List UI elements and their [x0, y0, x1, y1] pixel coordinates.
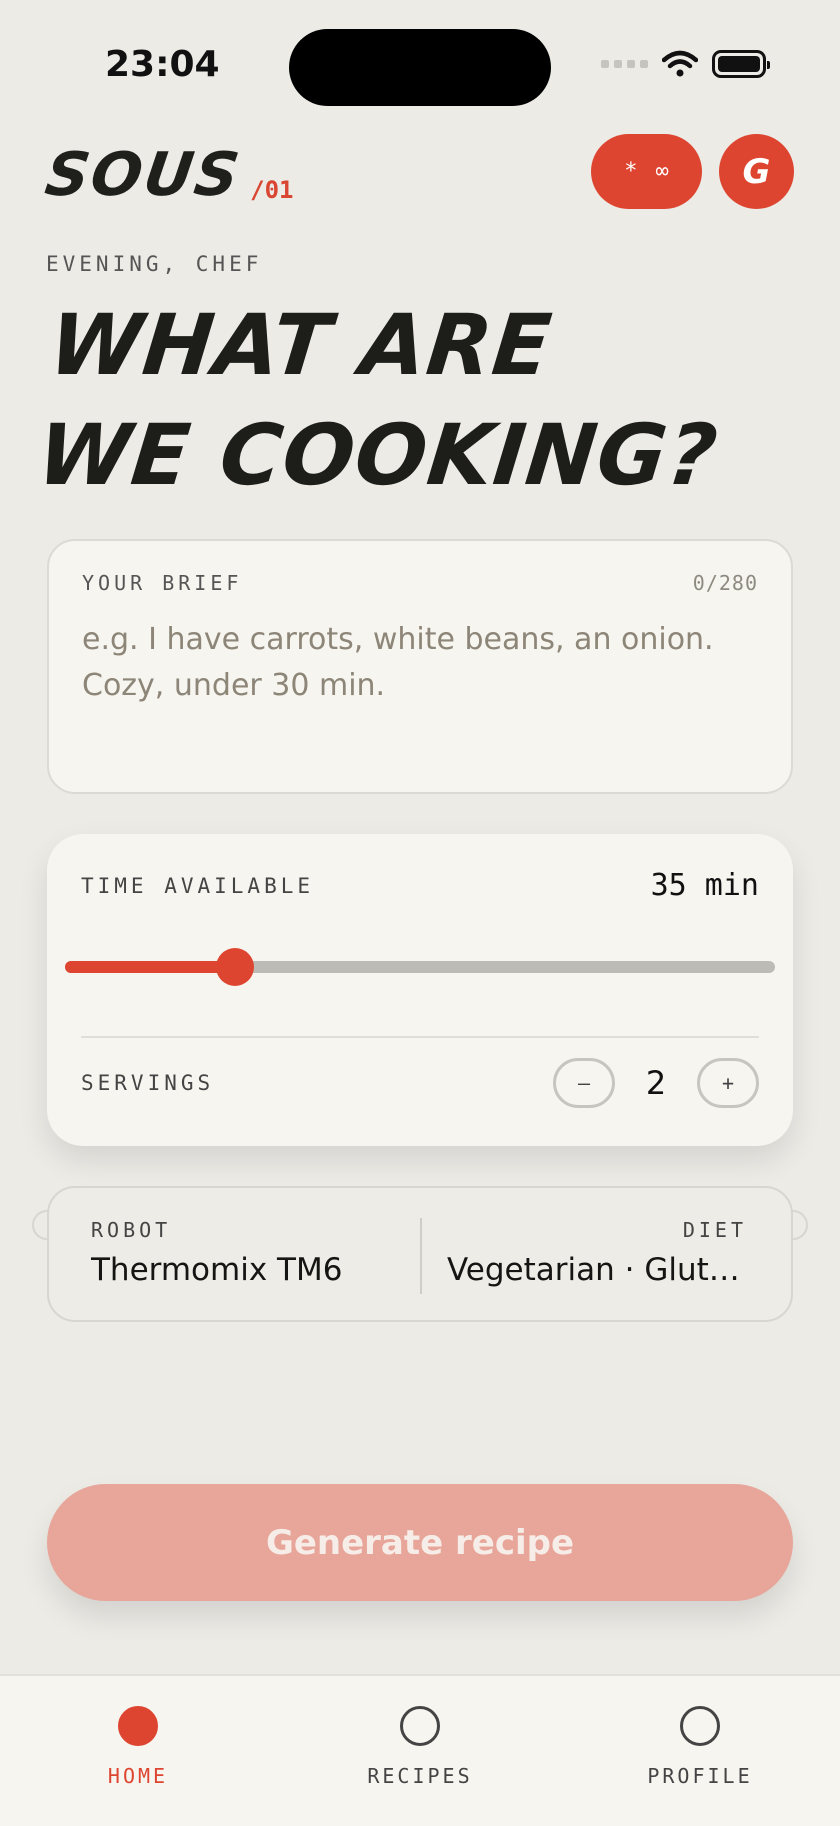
brief-placeholder: e.g. I have carrots, white beans, an oni… — [82, 622, 714, 703]
greeting: EVENING, CHEF — [46, 252, 263, 276]
tab-bar: HOME RECIPES PROFILE — [0, 1674, 840, 1826]
brand: SOUS /01 — [41, 140, 294, 210]
page-title: WHAT ARE WE COOKING? — [32, 290, 755, 510]
time-slider[interactable] — [65, 948, 775, 986]
profile-icon — [680, 1706, 720, 1746]
recipes-icon — [400, 1706, 440, 1746]
divider — [81, 1036, 759, 1038]
time-slider-fill — [65, 961, 235, 973]
brief-header: YOUR BRIEF 0/280 — [82, 571, 758, 595]
preferences-ticket: ROBOT Thermomix TM6 DIET Vegetarian · Gl… — [47, 1186, 793, 1322]
ticket-divider — [420, 1218, 422, 1294]
home-icon — [118, 1706, 158, 1746]
tab-profile-label: PROFILE — [647, 1764, 753, 1788]
diet-selector[interactable]: DIET Vegetarian · Gluten-free — [447, 1218, 747, 1288]
tab-home[interactable]: HOME — [58, 1706, 218, 1788]
servings-value: 2 — [645, 1064, 667, 1102]
servings-stepper: – 2 + — [553, 1058, 759, 1108]
time-value: 35 min — [650, 868, 759, 903]
brief-label: YOUR BRIEF — [82, 571, 243, 595]
servings-label: SERVINGS — [81, 1071, 215, 1095]
pantry-toggle-button[interactable]: * ∞ — [591, 134, 702, 209]
brand-name: SOUS — [41, 140, 246, 210]
page-title-line-1: WHAT ARE — [44, 296, 557, 394]
diet-label: DIET — [682, 1218, 747, 1242]
infinity-icon: ∞ — [655, 159, 669, 184]
brief-char-count: 0/280 — [692, 571, 758, 595]
status-icons — [601, 50, 770, 78]
time-label: TIME AVAILABLE — [81, 873, 315, 898]
robot-value: Thermomix TM6 — [91, 1252, 343, 1288]
time-servings-card: TIME AVAILABLE 35 min SERVINGS – 2 + — [47, 834, 793, 1146]
avatar-letter: G — [742, 151, 771, 192]
asterisk-icon: * — [624, 159, 638, 184]
tab-recipes-label: RECIPES — [367, 1764, 473, 1788]
tab-home-label: HOME — [107, 1764, 169, 1788]
servings-minus-button[interactable]: – — [553, 1058, 615, 1108]
servings-plus-button[interactable]: + — [697, 1058, 759, 1108]
time-slider-thumb[interactable] — [216, 948, 254, 986]
dynamic-island — [289, 29, 551, 106]
page-title-line-2: WE COOKING? — [33, 406, 723, 504]
status-time: 23:04 — [105, 44, 220, 85]
robot-selector[interactable]: ROBOT Thermomix TM6 — [91, 1218, 342, 1288]
wifi-icon — [662, 50, 698, 77]
tab-recipes[interactable]: RECIPES — [340, 1706, 500, 1788]
time-row: TIME AVAILABLE 35 min — [81, 868, 759, 903]
diet-value: Vegetarian · Gluten-free — [447, 1252, 747, 1288]
generate-recipe-button[interactable]: Generate recipe — [47, 1484, 793, 1601]
tab-profile[interactable]: PROFILE — [620, 1706, 780, 1788]
battery-icon — [712, 50, 770, 78]
cellular-signal-icon — [601, 60, 648, 68]
brand-sub: /01 — [250, 176, 294, 204]
brief-input[interactable]: YOUR BRIEF 0/280 e.g. I have carrots, wh… — [47, 539, 793, 794]
servings-row: SERVINGS – 2 + — [81, 1058, 759, 1108]
robot-label: ROBOT — [91, 1218, 172, 1242]
avatar-button[interactable]: G — [719, 134, 794, 209]
